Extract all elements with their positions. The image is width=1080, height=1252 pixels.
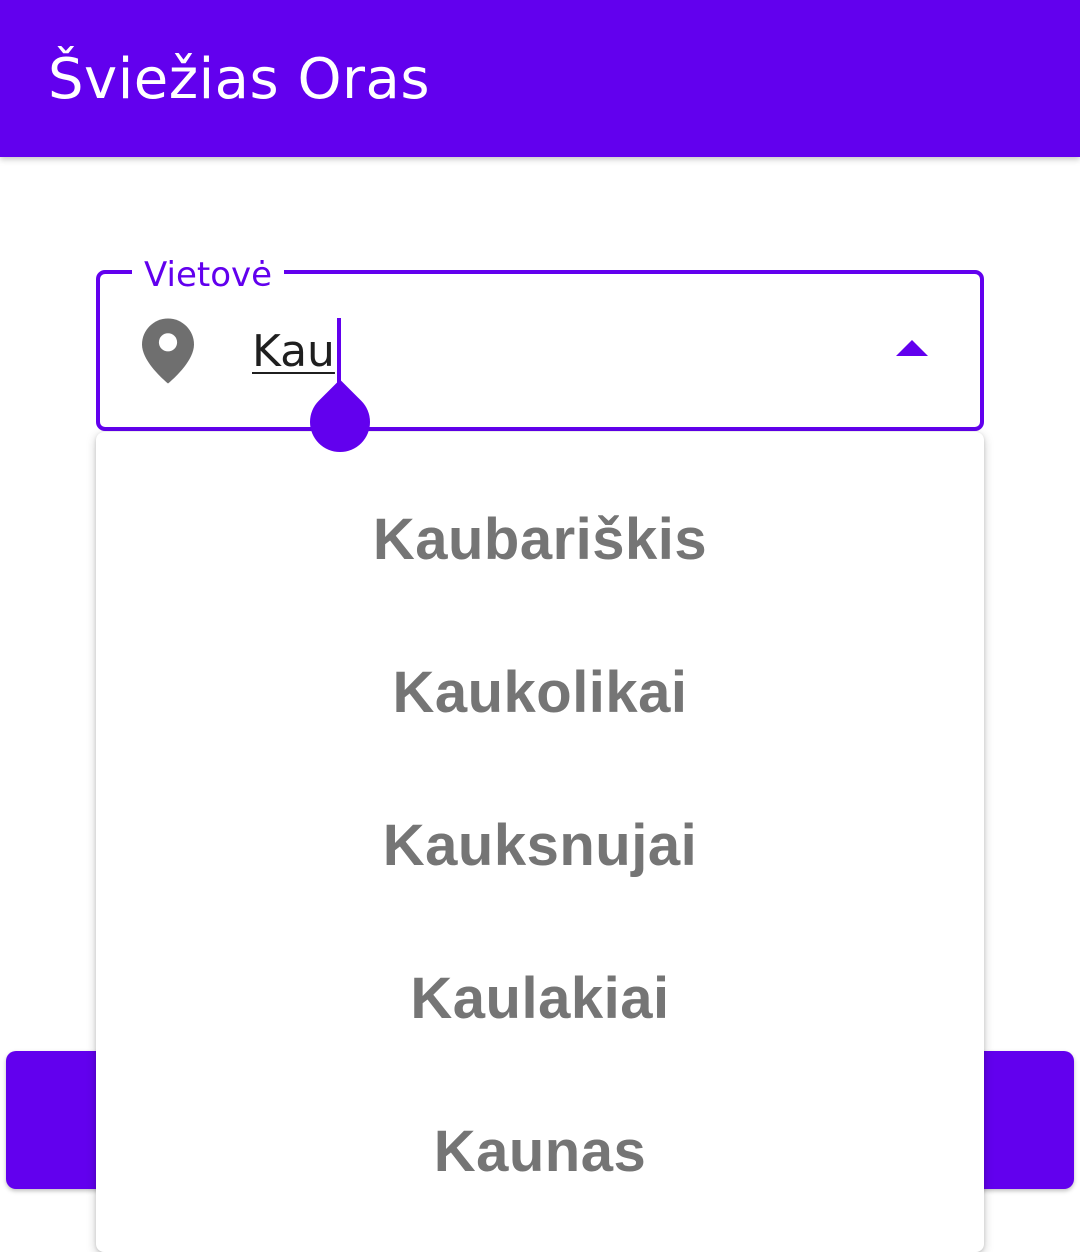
suggestion-item[interactable]: Kaunas	[96, 1075, 984, 1229]
suggestion-item[interactable]: Kaubariškis	[96, 463, 984, 617]
suggestion-item[interactable]: Kauksnujai	[96, 769, 984, 923]
location-field-label: Vietovė	[132, 252, 285, 298]
suggestion-item[interactable]: Kaulakiai	[96, 922, 984, 1076]
suggestion-item[interactable]: Kaukolikai	[96, 616, 984, 770]
app-bar: Šviežias Oras	[0, 0, 1080, 157]
location-pin-icon	[142, 318, 194, 384]
suggestions-dropdown: Kaubariškis Kaukolikai Kauksnujai Kaulak…	[96, 432, 984, 1252]
arrow-drop-up-icon[interactable]	[896, 340, 928, 356]
app-title: Šviežias Oras	[48, 47, 431, 112]
